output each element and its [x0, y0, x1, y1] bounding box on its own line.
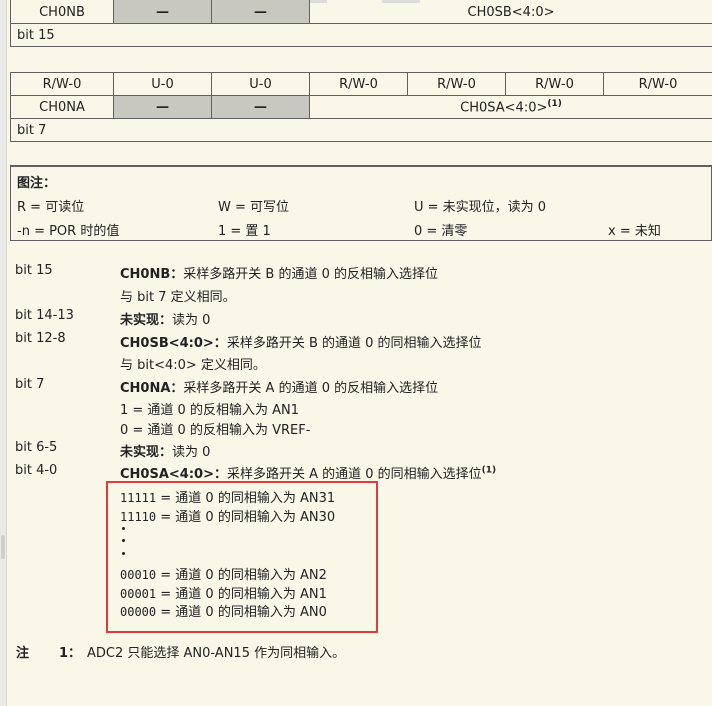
legend-item: U = 未实现位，读为 0: [414, 200, 547, 215]
legend-item: W = 可写位: [218, 200, 290, 215]
ellipsis-dot: [122, 527, 125, 530]
bit-description: 未实现：读为 0: [120, 309, 210, 328]
option-text: = 通道 0 的同相输入为 AN31: [156, 491, 336, 506]
access-cell: U-0: [211, 72, 310, 96]
document-page: CH0NB — — CH0SB<4:0> bit 15 R/W-0 U-0 U-…: [6, 0, 712, 706]
footnote-ref: (1): [481, 465, 497, 476]
legend-item: 1 = 置 1: [218, 224, 271, 239]
option-line: 11111 = 通道 0 的同相输入为 AN31: [120, 487, 335, 506]
legend-box: 图注： R = 可读位 W = 可写位 U = 未实现位，读为 0 -n = P…: [10, 165, 712, 241]
bit-detail: 与 bit<4:0> 定义相同。: [120, 358, 266, 373]
legend-title: 图注：: [17, 176, 57, 191]
legend-item: R = 可读位: [17, 200, 85, 215]
bit-description: 未实现：读为 0: [120, 441, 210, 460]
access-cell: R/W-0: [10, 72, 114, 96]
bit-label: bit 7: [10, 118, 712, 142]
bit-title: 读为 0: [172, 445, 211, 460]
reg-cell-ch0sa: CH0SA<4:0>(1): [309, 95, 712, 119]
bit-name: 未实现：: [120, 445, 173, 460]
option-line: 11110 = 通道 0 的同相输入为 AN30: [120, 506, 335, 525]
option-code: 11111: [120, 491, 157, 505]
option-code: 00000: [120, 605, 157, 619]
bit-name: CH0NB：: [120, 267, 184, 282]
option-line: 00010 = 通道 0 的同相输入为 AN2: [120, 564, 327, 583]
footnote-text: ADC2 只能选择 AN0-AN15 作为同相输入。: [87, 646, 346, 661]
bit-number: bit 6-5: [15, 440, 58, 455]
option-text: = 通道 0 的同相输入为 AN0: [156, 605, 327, 620]
bit-title: 采样多路开关 A 的通道 0 的同相输入选择位: [226, 467, 482, 482]
bit-number: bit 12-8: [15, 331, 66, 346]
bit-name: 未实现：: [120, 313, 173, 328]
bit-detail: 1 = 通道 0 的反相输入为 AN1: [120, 403, 299, 418]
access-cell: R/W-0: [505, 72, 604, 96]
bit-detail: 与 bit 7 定义相同。: [120, 290, 236, 305]
access-cell: U-0: [113, 72, 212, 96]
bit-number: bit 15: [15, 263, 53, 278]
bit-title: 采样多路开关 B 的通道 0 的反相输入选择位: [183, 267, 438, 282]
footnote-ref: (1): [547, 98, 562, 109]
register-table-low: R/W-0 U-0 U-0 R/W-0 R/W-0 R/W-0 R/W-0 CH…: [10, 72, 712, 142]
bit-name: CH0SB<4:0>：: [120, 336, 227, 351]
access-cell: R/W-0: [309, 72, 408, 96]
bit-description: CH0NA：采样多路开关 A 的通道 0 的反相输入选择位: [120, 377, 438, 396]
option-code: 11110: [120, 510, 157, 524]
bit-number: bit 7: [15, 377, 45, 392]
option-text: = 通道 0 的同相输入为 AN30: [156, 510, 336, 525]
scroll-grip[interactable]: [1, 535, 5, 559]
option-line: 00000 = 通道 0 的同相输入为 AN0: [120, 601, 327, 620]
reg-cell-ch0sb: CH0SB<4:0>: [308, 0, 712, 24]
bit-name: CH0SA<4:0>：: [120, 467, 227, 482]
option-line: 00001 = 通道 0 的同相输入为 AN1: [120, 583, 327, 602]
ch0sa-label: CH0SA<4:0>: [460, 100, 548, 116]
reg-cell-ch0na: CH0NA: [10, 95, 114, 119]
ellipsis-dot: [122, 539, 125, 542]
ellipsis-dot: [122, 552, 125, 555]
option-text: = 通道 0 的同相输入为 AN2: [156, 568, 327, 583]
access-cell: R/W-0: [407, 72, 506, 96]
bit-label: bit 15: [9, 23, 712, 47]
access-cell: R/W-0: [603, 72, 712, 96]
option-code: 00010: [120, 568, 157, 582]
register-table-high: CH0NB — — CH0SB<4:0> bit 15: [9, 0, 712, 47]
legend-item: -n = POR 时的值: [17, 224, 120, 239]
bit-title: 采样多路开关 B 的通道 0 的同相输入选择位: [226, 336, 482, 351]
bit-number: bit 14-13: [15, 308, 74, 323]
bit-detail: 0 = 通道 0 的反相输入为 VREF-: [120, 423, 311, 438]
legend-item: x = 未知: [608, 224, 661, 239]
bit-description: CH0SA<4:0>：采样多路开关 A 的通道 0 的同相输入选择位(1): [120, 463, 496, 482]
reg-cell-unimpl: —: [113, 0, 212, 24]
reg-cell-unimpl: —: [113, 95, 212, 119]
bit-number: bit 4-0: [15, 463, 58, 478]
legend-item: 0 = 清零: [414, 224, 468, 239]
bit-name: CH0NA：: [120, 381, 184, 396]
reg-cell-ch0nb: CH0NB: [10, 0, 114, 24]
reg-cell-unimpl: —: [211, 0, 310, 24]
bit-description: CH0NB：采样多路开关 B 的通道 0 的反相输入选择位: [120, 263, 438, 282]
reg-cell-unimpl: —: [211, 95, 310, 119]
footnote-number: 1：: [59, 646, 82, 661]
bit-title: 采样多路开关 A 的通道 0 的反相输入选择位: [183, 381, 439, 396]
bit-description: CH0SB<4:0>：采样多路开关 B 的通道 0 的同相输入选择位: [120, 332, 482, 351]
bit-title: 读为 0: [172, 313, 211, 328]
footnote-label: 注: [16, 646, 30, 661]
option-code: 00001: [120, 587, 157, 601]
option-text: = 通道 0 的同相输入为 AN1: [156, 587, 327, 602]
